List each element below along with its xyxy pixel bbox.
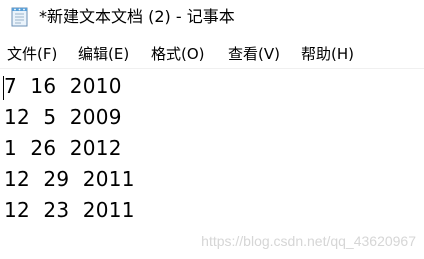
menu-view[interactable]: 查看(V) [228,44,280,64]
menu-format[interactable]: 格式(O) [151,44,205,64]
menu-bar: 文件(F) 编辑(E) 格式(O) 查看(V) 帮助(H) [0,40,424,69]
menu-help[interactable]: 帮助(H) [301,44,354,64]
menu-edit[interactable]: 编辑(E) [78,44,129,64]
menu-file[interactable]: 文件(F) [7,44,57,64]
text-line: 1 26 2012 [4,136,122,160]
watermark-text: https://blog.csdn.net/qq_43620967 [201,233,416,249]
window-title: *新建文本文档 (2) - 记事本 [39,7,235,26]
text-line: 12 29 2011 [4,167,135,191]
text-line: 7 16 2010 [4,74,122,98]
text-line: 12 5 2009 [4,105,122,129]
title-bar: *新建文本文档 (2) - 记事本 [0,0,424,34]
text-line: 12 23 2011 [4,198,135,222]
notepad-icon [10,6,30,28]
text-editor-area[interactable]: 7 16 2010 12 5 2009 1 26 2012 12 29 2011… [0,69,424,259]
notepad-window: *新建文本文档 (2) - 记事本 文件(F) 编辑(E) 格式(O) 查看(V… [0,0,424,259]
